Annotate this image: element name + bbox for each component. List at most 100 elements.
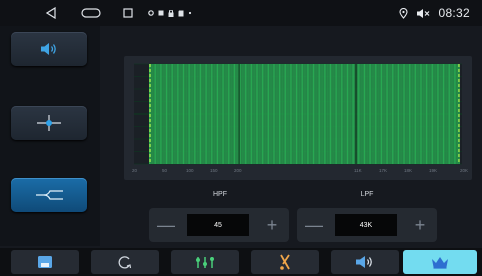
response-bar <box>275 64 277 164</box>
location-icon <box>399 7 409 19</box>
response-bar <box>433 64 435 164</box>
response-bar <box>269 64 271 164</box>
response-bar <box>400 64 402 164</box>
response-bar <box>416 64 418 164</box>
response-bar <box>251 64 253 164</box>
response-bar <box>192 64 194 164</box>
balance-mode-button[interactable] <box>11 106 87 140</box>
save-icon <box>38 256 52 268</box>
response-bar <box>158 64 160 164</box>
response-bar <box>338 64 340 164</box>
response-bar <box>283 64 285 164</box>
response-bar <box>302 64 304 164</box>
tab-speaker[interactable] <box>331 250 399 274</box>
x-tick-label: 50 <box>162 168 168 173</box>
response-bar <box>356 64 358 164</box>
response-bar <box>252 64 254 164</box>
tab-sound[interactable] <box>251 250 319 274</box>
response-bar <box>270 64 272 164</box>
speaker-icon <box>41 43 56 55</box>
tab-save[interactable] <box>11 250 79 274</box>
response-bar <box>450 64 452 164</box>
response-bar <box>176 64 178 164</box>
crown-icon <box>432 256 448 269</box>
response-bar <box>195 64 197 164</box>
response-bar <box>320 64 322 164</box>
tab-equalizer[interactable] <box>171 250 239 274</box>
response-bar <box>287 64 289 164</box>
response-bar <box>309 64 311 164</box>
response-bar <box>379 64 381 164</box>
response-bar <box>367 64 369 164</box>
response-bar <box>230 64 232 164</box>
response-bar <box>243 64 245 164</box>
response-bar <box>200 64 201 164</box>
response-bar <box>303 64 305 164</box>
response-bar <box>274 64 276 164</box>
response-bar <box>439 64 441 164</box>
response-bar <box>246 64 248 164</box>
response-bar <box>444 64 446 164</box>
response-bar <box>278 64 280 164</box>
response-bar <box>406 64 408 164</box>
response-bar <box>213 64 215 164</box>
home-icon[interactable] <box>78 0 104 26</box>
response-bar <box>204 64 206 164</box>
hpf-title: HPF <box>213 191 227 198</box>
response-bar <box>255 64 257 164</box>
response-bar <box>419 64 421 164</box>
response-bar <box>201 64 203 164</box>
response-bar <box>266 64 268 164</box>
lpf-decrease-button[interactable]: — <box>299 208 329 242</box>
response-bar <box>395 64 397 164</box>
response-bar <box>299 64 301 164</box>
response-bar <box>334 64 336 164</box>
bottom-tab-bar <box>0 248 482 276</box>
response-bar <box>425 64 427 164</box>
lpf-increase-button[interactable]: + <box>405 208 435 242</box>
x-tick-label: 150 <box>210 168 218 173</box>
response-bar <box>280 64 282 164</box>
response-bar <box>345 64 347 164</box>
response-bar <box>383 64 385 164</box>
response-bar <box>242 64 244 164</box>
response-bar <box>314 64 316 164</box>
response-bar <box>328 64 330 164</box>
tab-premium[interactable] <box>403 250 477 274</box>
response-bar <box>447 64 449 164</box>
response-bar <box>170 64 172 164</box>
response-bar <box>370 64 372 164</box>
response-bar <box>455 64 457 164</box>
crosshair-icon <box>37 115 61 131</box>
response-bar <box>173 64 175 164</box>
hpf-increase-button[interactable]: + <box>257 208 287 242</box>
tab-reset[interactable] <box>91 250 159 274</box>
response-bar <box>185 64 187 164</box>
response-bar <box>429 64 431 164</box>
response-bar <box>219 64 221 164</box>
response-bar <box>340 64 342 164</box>
response-bar <box>436 64 438 164</box>
notification-icons <box>148 0 218 26</box>
volume-mode-button[interactable] <box>11 32 87 66</box>
response-bar <box>428 64 430 164</box>
response-bar <box>210 64 212 164</box>
response-bar <box>196 64 198 164</box>
response-bar <box>168 64 170 164</box>
response-bar <box>407 64 409 164</box>
response-bar <box>354 64 356 164</box>
response-bar <box>430 64 432 164</box>
response-bar <box>227 64 229 164</box>
recent-apps-icon[interactable] <box>120 0 136 26</box>
back-icon[interactable] <box>40 0 62 26</box>
response-bar <box>424 64 426 164</box>
response-bar <box>396 64 398 164</box>
response-bar <box>294 64 296 164</box>
response-bar <box>167 64 169 164</box>
hpf-decrease-button[interactable]: — <box>151 208 181 242</box>
crossover-mode-button[interactable] <box>11 178 87 212</box>
response-bar <box>261 64 263 164</box>
response-bar <box>336 64 338 164</box>
response-bar <box>272 64 274 164</box>
response-bar <box>435 64 437 164</box>
